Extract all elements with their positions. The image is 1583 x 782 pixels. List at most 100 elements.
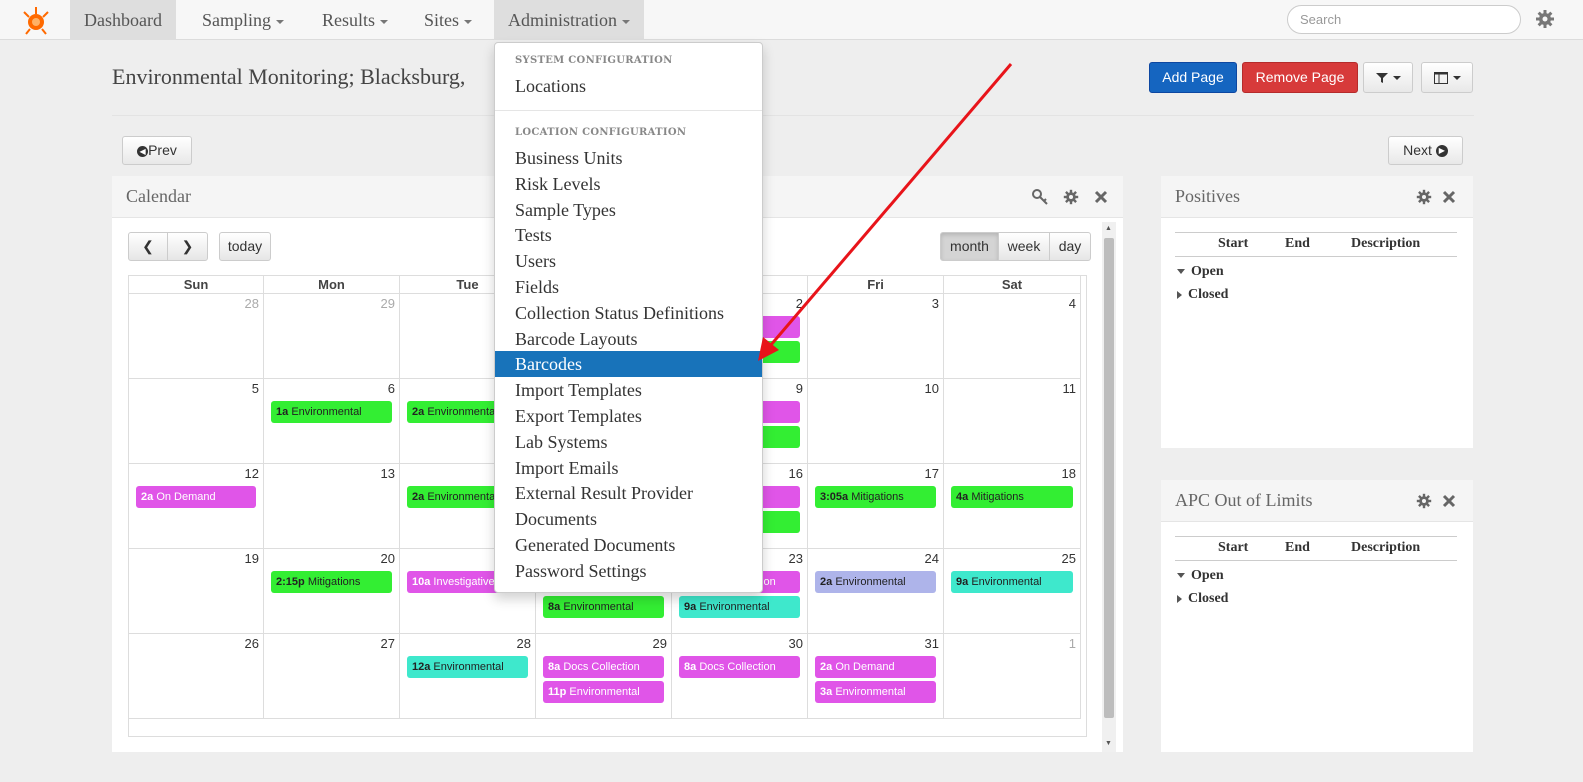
day-number[interactable]: 24 [925, 551, 939, 566]
calendar-day-cell[interactable]: 3 [808, 294, 944, 379]
view-day-button[interactable]: day [1049, 232, 1091, 261]
close-icon[interactable] [1441, 493, 1457, 509]
day-number[interactable]: 19 [245, 551, 259, 566]
calendar-day-cell[interactable]: 5 [129, 379, 264, 464]
calendar-event[interactable]: 12a Environmental [407, 656, 528, 678]
menu-item-export-templates[interactable]: Export Templates [495, 403, 762, 429]
calendar-event[interactable]: 9a Environmental [951, 571, 1073, 593]
menu-item-fields[interactable]: Fields [495, 274, 762, 300]
menu-item-locations[interactable]: Locations [495, 73, 762, 99]
calendar-event[interactable]: 8a Docs Collection [543, 656, 664, 678]
day-number[interactable]: 2 [796, 296, 803, 311]
group-open[interactable]: Open [1177, 568, 1224, 584]
calendar-day-cell[interactable]: 28 [129, 294, 264, 379]
calendar-day-cell[interactable]: 4 [944, 294, 1081, 379]
layout-columns-button[interactable] [1421, 62, 1473, 93]
day-number[interactable]: 9 [796, 381, 803, 396]
day-number[interactable]: 6 [388, 381, 395, 396]
calendar-event[interactable]: 2a On Demand [136, 486, 256, 508]
menu-item-barcode-layouts[interactable]: Barcode Layouts [495, 326, 762, 352]
gear-icon[interactable] [1063, 189, 1079, 205]
group-open[interactable]: Open [1177, 264, 1224, 280]
day-number[interactable]: 12 [245, 466, 259, 481]
calendar-day-cell[interactable]: 26 [129, 634, 264, 719]
day-number[interactable]: 30 [789, 636, 803, 651]
menu-item-collection-status-definitions[interactable]: Collection Status Definitions [495, 300, 762, 326]
group-closed[interactable]: Closed [1177, 591, 1228, 607]
calendar-today-button[interactable]: today [219, 232, 271, 261]
menu-item-password-settings[interactable]: Password Settings [495, 558, 762, 584]
day-number[interactable]: 17 [925, 466, 939, 481]
calendar-event[interactable]: 4a Mitigations [951, 486, 1073, 508]
group-closed[interactable]: Closed [1177, 287, 1228, 303]
calendar-event[interactable]: 8a Docs Collection [679, 656, 800, 678]
calendar-event[interactable]: 11p Environmental [543, 681, 664, 703]
calendar-day-cell[interactable]: 29 [264, 294, 400, 379]
close-icon[interactable] [1441, 189, 1457, 205]
close-icon[interactable] [1093, 189, 1109, 205]
day-number[interactable]: 3 [932, 296, 939, 311]
nav-administration[interactable]: Administration [494, 0, 644, 40]
day-number[interactable]: 31 [925, 636, 939, 651]
next-button[interactable]: Next ▶ [1388, 136, 1463, 165]
menu-item-business-units[interactable]: Business Units [495, 145, 762, 171]
day-number[interactable]: 10 [925, 381, 939, 396]
calendar-event[interactable]: 1a Environmental [271, 401, 392, 423]
calendar-event[interactable]: 2:15p Mitigations [271, 571, 392, 593]
remove-page-button[interactable]: Remove Page [1242, 62, 1358, 93]
prev-button[interactable]: ◀ Prev [122, 136, 192, 165]
day-number[interactable]: 4 [1069, 296, 1076, 311]
day-number[interactable]: 18 [1062, 466, 1076, 481]
nav-dashboard[interactable]: Dashboard [70, 0, 176, 40]
app-logo-icon[interactable] [20, 4, 52, 36]
day-number[interactable]: 29 [381, 296, 395, 311]
calendar-event[interactable]: 2a On Demand [815, 656, 936, 678]
menu-item-sample-types[interactable]: Sample Types [495, 197, 762, 223]
scrollbar-thumb[interactable] [1104, 238, 1114, 718]
scroll-down-arrow-icon[interactable]: ▼ [1105, 740, 1112, 747]
day-number[interactable]: 20 [381, 551, 395, 566]
calendar-event[interactable]: 8a Environmental [543, 596, 664, 618]
day-number[interactable]: 29 [653, 636, 667, 651]
menu-item-risk-levels[interactable]: Risk Levels [495, 171, 762, 197]
calendar-next-button[interactable]: ❯ [167, 232, 208, 261]
day-number[interactable]: 27 [381, 636, 395, 651]
calendar-event[interactable]: 9a Environmental [679, 596, 800, 618]
menu-item-users[interactable]: Users [495, 248, 762, 274]
day-number[interactable]: 23 [789, 551, 803, 566]
search-input[interactable] [1287, 5, 1521, 34]
day-number[interactable]: 28 [517, 636, 531, 651]
menu-item-tests[interactable]: Tests [495, 222, 762, 248]
calendar-day-cell[interactable]: 1 [944, 634, 1081, 719]
menu-item-barcodes[interactable]: Barcodes [495, 351, 762, 378]
gear-icon[interactable] [1416, 189, 1432, 205]
settings-gear-icon[interactable] [1535, 9, 1555, 29]
calendar-day-cell[interactable]: 19 [129, 549, 264, 634]
menu-item-lab-systems[interactable]: Lab Systems [495, 429, 762, 455]
day-number[interactable]: 28 [245, 296, 259, 311]
menu-item-documents[interactable]: Documents [495, 506, 762, 532]
filter-button[interactable] [1363, 62, 1413, 93]
nav-results[interactable]: Results [308, 0, 402, 40]
day-number[interactable]: 5 [252, 381, 259, 396]
menu-item-external-result-provider[interactable]: External Result Provider [495, 480, 762, 506]
day-number[interactable]: 26 [245, 636, 259, 651]
day-number[interactable]: 16 [789, 466, 803, 481]
key-icon[interactable] [1032, 189, 1048, 205]
day-number[interactable]: 13 [381, 466, 395, 481]
calendar-day-cell[interactable]: 13 [264, 464, 400, 549]
calendar-event[interactable]: 3a Environmental [815, 681, 936, 703]
view-week-button[interactable]: week [998, 232, 1050, 261]
calendar-event[interactable]: 3:05a Mitigations [815, 486, 936, 508]
gear-icon[interactable] [1416, 493, 1432, 509]
menu-item-generated-documents[interactable]: Generated Documents [495, 532, 762, 558]
menu-item-import-emails[interactable]: Import Emails [495, 455, 762, 481]
calendar-prev-button[interactable]: ❮ [128, 232, 168, 261]
calendar-event[interactable]: 2a Environmental [815, 571, 936, 593]
day-number[interactable]: 25 [1062, 551, 1076, 566]
nav-sampling[interactable]: Sampling [188, 0, 298, 40]
calendar-day-cell[interactable]: 11 [944, 379, 1081, 464]
day-number[interactable]: 11 [1063, 381, 1077, 396]
day-number[interactable]: 1 [1069, 636, 1076, 651]
nav-sites[interactable]: Sites [410, 0, 486, 40]
